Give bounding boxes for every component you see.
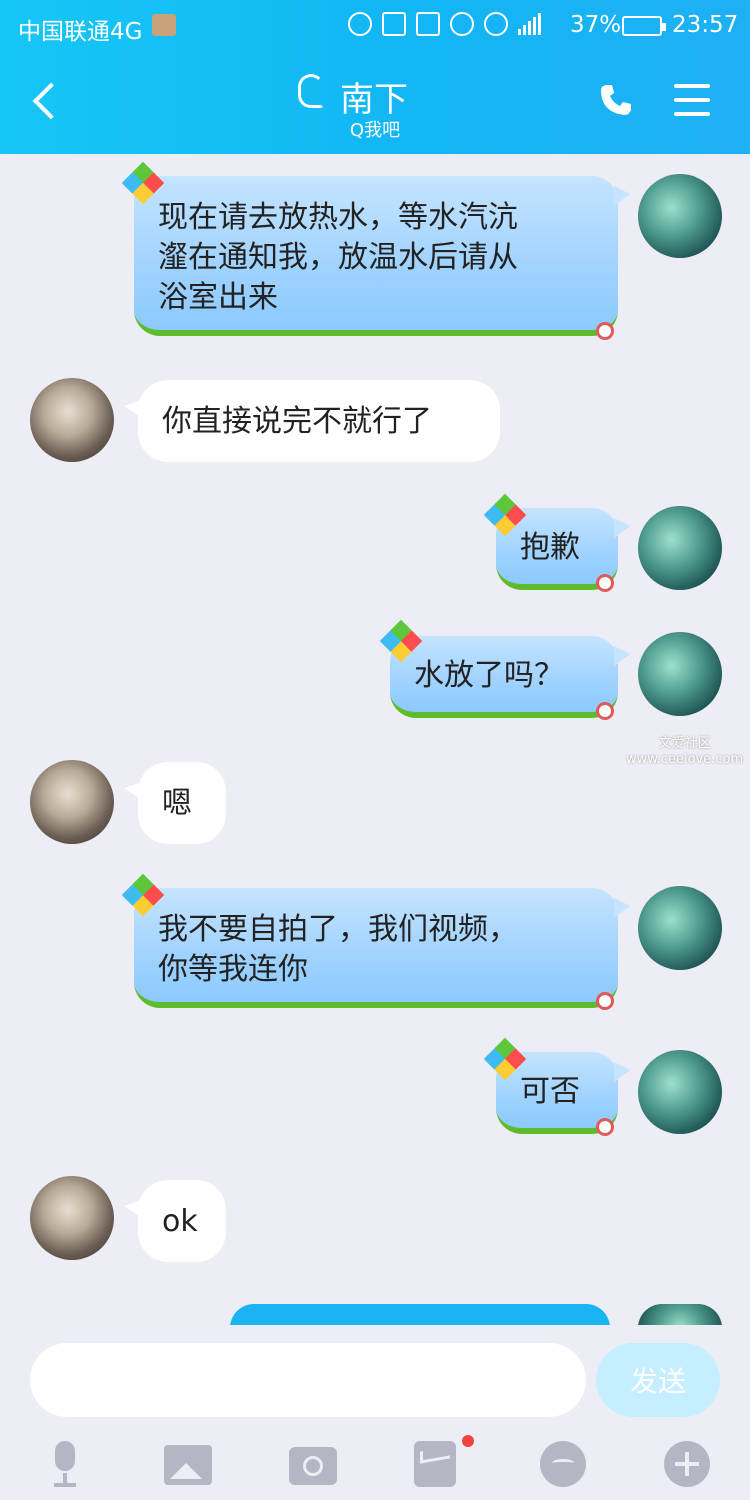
my-avatar[interactable]	[638, 174, 722, 258]
watermark: 文爱社区 www.ceelove.com	[626, 736, 743, 768]
red-packet-icon[interactable]	[414, 1441, 456, 1487]
my-message-bubble[interactable]: 水放了吗？	[390, 636, 630, 718]
contact-avatar[interactable]	[30, 1176, 114, 1260]
image-icon[interactable]	[164, 1445, 212, 1485]
carrier-label: 中国联通4G	[18, 19, 143, 45]
contact-avatar[interactable]	[30, 378, 114, 462]
system-icons	[348, 12, 541, 36]
clock: 23:57	[672, 12, 739, 38]
notification-badge-icon	[152, 14, 176, 36]
notification-dot	[462, 1435, 474, 1447]
composer: 发送	[0, 1325, 750, 1500]
watermark-line2: www.ceelove.com	[626, 752, 744, 767]
watermark-line1: 文爱社区	[658, 736, 711, 751]
ear-icon[interactable]	[298, 74, 324, 108]
composer-toolbar	[0, 1435, 750, 1495]
bubble-decoration-icon	[596, 702, 614, 720]
chat-header: 中国联通4G 37% 23:57 南下 Q我吧	[0, 0, 750, 154]
phone-icon[interactable]	[598, 82, 634, 118]
contact-message-bubble[interactable]: 嗯	[124, 762, 226, 844]
contact-avatar[interactable]	[30, 760, 114, 844]
bubble-decoration-icon	[596, 992, 614, 1010]
my-message-bubble[interactable]: 我不要自拍了，我们视频， 你等我连你	[134, 888, 630, 1008]
emoji-icon[interactable]	[540, 1441, 586, 1487]
menu-icon[interactable]	[674, 84, 710, 116]
chat-subtitle: Q我吧	[349, 120, 401, 141]
my-avatar[interactable]	[638, 1050, 722, 1134]
my-avatar[interactable]	[638, 632, 722, 716]
contact-message-bubble[interactable]: 你直接说完不就行了	[124, 380, 500, 462]
message-input[interactable]	[30, 1343, 586, 1417]
headphone-icon	[348, 12, 372, 36]
my-avatar[interactable]	[638, 886, 722, 970]
send-button[interactable]: 发送	[596, 1343, 720, 1417]
chat-title: 南下	[340, 80, 408, 120]
battery-icon	[622, 16, 666, 36]
alarm-icon	[450, 12, 474, 36]
bubble-decoration-icon	[596, 574, 614, 592]
status-bar: 中国联通4G 37% 23:57	[0, 0, 750, 52]
my-avatar[interactable]	[638, 506, 722, 590]
my-message-bubble[interactable]: 现在请去放热水，等水汽沆 瀣在通知我，放温水后请从 浴室出来	[134, 176, 630, 336]
microphone-icon[interactable]	[42, 1441, 88, 1487]
battery-percent: 37%	[570, 12, 622, 38]
bluetooth-icon	[382, 12, 406, 36]
bubble-decoration-icon	[596, 322, 614, 340]
mute-icon	[416, 12, 440, 36]
plus-icon[interactable]	[664, 1441, 710, 1487]
bubble-decoration-icon	[596, 1118, 614, 1136]
wifi-signal-icon	[518, 13, 541, 35]
camera-icon[interactable]	[289, 1447, 337, 1485]
eye-icon	[484, 12, 508, 36]
contact-message-bubble[interactable]: ok	[124, 1180, 226, 1262]
